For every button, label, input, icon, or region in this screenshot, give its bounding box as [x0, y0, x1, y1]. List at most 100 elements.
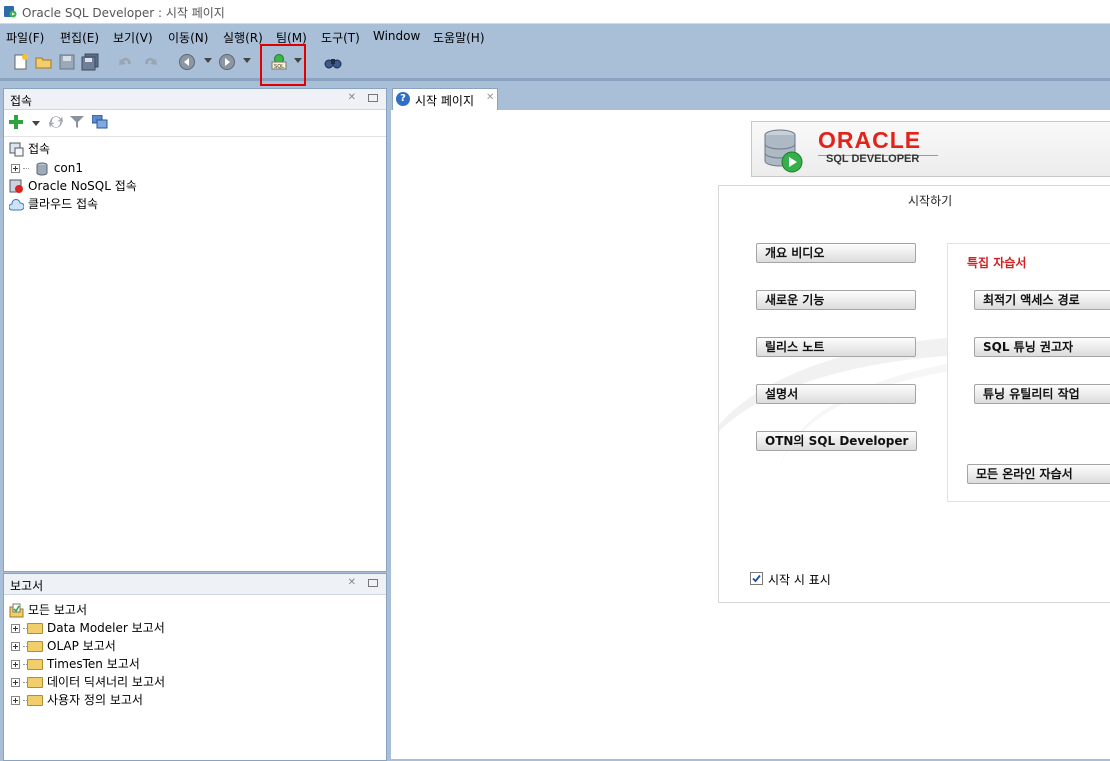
sql-worksheet-highlight — [260, 44, 306, 86]
tree-report-label: TimesTen 보고서 — [47, 657, 140, 671]
close-icon[interactable]: ✕ — [348, 92, 356, 103]
connections-panel-title: 접속 — [10, 94, 33, 108]
checkmark-icon — [752, 574, 761, 583]
title-bar: Oracle SQL Developer : 시작 페이지 — [0, 0, 1110, 24]
menu-run[interactable]: 실행(R) — [223, 29, 263, 46]
featured-tutorials-heading: 특집 자습서 — [967, 256, 1027, 270]
folder-icon — [27, 641, 43, 652]
connections-toolbar — [4, 110, 386, 137]
getting-started-heading: 시작하기 — [908, 194, 953, 208]
database-icon — [36, 162, 48, 175]
tab-start-page-label: 시작 페이지 — [415, 94, 475, 108]
show-on-startup-checkbox[interactable] — [750, 572, 763, 585]
minimize-icon[interactable] — [368, 94, 378, 102]
window-title: Oracle SQL Developer : 시작 페이지 — [22, 6, 225, 20]
sql-developer-logo-text: SQL DEVELOPER — [826, 153, 920, 165]
editor-tab-strip — [390, 86, 1110, 110]
menu-help[interactable]: 도움말(H) — [433, 29, 485, 46]
tree-all-reports[interactable]: 모든 보고서 — [9, 601, 87, 619]
tutorial-sql-tuning-button[interactable]: SQL 튜닝 권고자 — [974, 337, 1110, 357]
toolbar: SQL — [0, 48, 1110, 81]
menu-bar: 파일(F) 편집(E) 보기(V) 이동(N) 실행(R) 팀(M) 도구(T)… — [0, 24, 1110, 48]
menu-view[interactable]: 보기(V) — [113, 29, 153, 46]
undo-icon[interactable] — [117, 53, 135, 71]
whats-new-button[interactable]: 새로운 기능 — [756, 290, 916, 310]
expand-icon[interactable] — [11, 678, 20, 687]
release-notes-button[interactable]: 릴리스 노트 — [756, 337, 916, 357]
forward-dropdown-icon[interactable] — [243, 58, 251, 63]
tree-cloud[interactable]: 클라우드 접속 — [9, 195, 98, 213]
connections-panel: 접속 ✕ 접속 con1 Oracle NoSQL 접속 클라우드 접속 — [3, 88, 387, 572]
tree-con1-label: con1 — [53, 161, 84, 175]
menu-tools[interactable]: 도구(T) — [321, 29, 360, 46]
tree-nosql-label: Oracle NoSQL 접속 — [28, 179, 137, 193]
reports-panel-title: 보고서 — [10, 579, 44, 593]
menu-file[interactable]: 파일(F) — [6, 29, 44, 46]
sql-developer-logo-icon — [764, 129, 803, 173]
tree-connections-label: 접속 — [28, 142, 51, 156]
expand-icon[interactable] — [11, 660, 20, 669]
nosql-icon — [9, 179, 23, 193]
expand-icon[interactable] — [11, 696, 20, 705]
app-icon — [4, 6, 17, 18]
tutorial-tuning-utility-button[interactable]: 튜닝 유틸리티 작업 — [974, 384, 1110, 404]
reports-icon — [9, 603, 24, 618]
tree-report-label: Data Modeler 보고서 — [47, 621, 165, 635]
folder-icon — [27, 677, 43, 688]
help-icon: ? — [396, 92, 410, 106]
tree-report-label: OLAP 보고서 — [47, 639, 116, 653]
folder-icon — [27, 695, 43, 706]
forward-icon[interactable] — [218, 53, 236, 71]
connections-panel-header: 접속 ✕ — [4, 89, 386, 110]
menu-edit[interactable]: 편집(E) — [60, 29, 99, 46]
tutorial-access-path-button[interactable]: 최적기 액세스 경로 — [974, 290, 1110, 310]
back-dropdown-icon[interactable] — [204, 58, 212, 63]
tree-report-folder[interactable]: OLAP 보고서 — [11, 637, 116, 655]
tree-report-folder[interactable]: TimesTen 보고서 — [11, 655, 140, 673]
find-icon[interactable] — [324, 53, 342, 71]
open-icon[interactable] — [35, 53, 53, 71]
redo-icon[interactable] — [141, 53, 159, 71]
tree-con1[interactable]: con1 — [11, 159, 83, 177]
refresh-icon[interactable] — [48, 115, 64, 129]
tree-all-reports-label: 모든 보고서 — [28, 603, 88, 617]
tree-report-label: 사용자 정의 보고서 — [47, 693, 143, 707]
filter-icon[interactable] — [70, 115, 84, 129]
tab-start-page[interactable]: ? 시작 페이지 ✕ — [392, 88, 498, 110]
tree-nosql[interactable]: Oracle NoSQL 접속 — [9, 177, 137, 195]
save-icon[interactable] — [58, 53, 76, 71]
add-connection-icon[interactable] — [9, 115, 23, 129]
reports-panel-header: 보고서 ✕ — [4, 574, 386, 595]
schema-browser-icon[interactable] — [92, 115, 108, 129]
folder-icon — [27, 659, 43, 670]
show-on-startup-label: 시작 시 표시 — [768, 573, 831, 587]
tree-connections-root[interactable]: 접속 — [9, 140, 50, 158]
connections-icon — [9, 142, 24, 157]
reports-panel: 보고서 ✕ 모든 보고서 Data Modeler 보고서 OLAP 보고서 T… — [3, 573, 387, 761]
expand-icon[interactable] — [11, 624, 20, 633]
tree-report-label: 데이터 딕셔너리 보고서 — [47, 675, 166, 689]
oracle-logo-text: ORACLE — [818, 127, 922, 153]
tree-report-folder[interactable]: 데이터 딕셔너리 보고서 — [11, 673, 165, 691]
minimize-icon[interactable] — [368, 579, 378, 587]
save-all-icon[interactable] — [81, 53, 99, 71]
tree-report-folder[interactable]: Data Modeler 보고서 — [11, 619, 165, 637]
oracle-banner: ORACLE SQL DEVELOPER — [751, 121, 1110, 177]
close-icon[interactable]: ✕ — [348, 577, 356, 588]
tree-cloud-label: 클라우드 접속 — [28, 197, 99, 211]
otn-button[interactable]: OTN의 SQL Developer — [756, 431, 917, 451]
documentation-button[interactable]: 설명서 — [756, 384, 916, 404]
menu-navigate[interactable]: 이동(N) — [168, 29, 208, 46]
expand-icon[interactable] — [11, 642, 20, 651]
menu-window[interactable]: Window — [373, 29, 420, 43]
tab-close-icon[interactable]: ✕ — [486, 92, 494, 103]
folder-icon — [27, 623, 43, 634]
all-online-tutorials-button[interactable]: 모든 온라인 자습서 — [967, 464, 1110, 484]
back-icon[interactable] — [178, 53, 196, 71]
tree-report-folder[interactable]: 사용자 정의 보고서 — [11, 691, 143, 709]
add-connection-dropdown-icon[interactable] — [32, 121, 40, 126]
expand-icon[interactable] — [11, 164, 20, 173]
new-icon[interactable] — [12, 53, 30, 71]
overview-video-button[interactable]: 개요 비디오 — [756, 243, 916, 263]
cloud-icon — [9, 198, 24, 210]
